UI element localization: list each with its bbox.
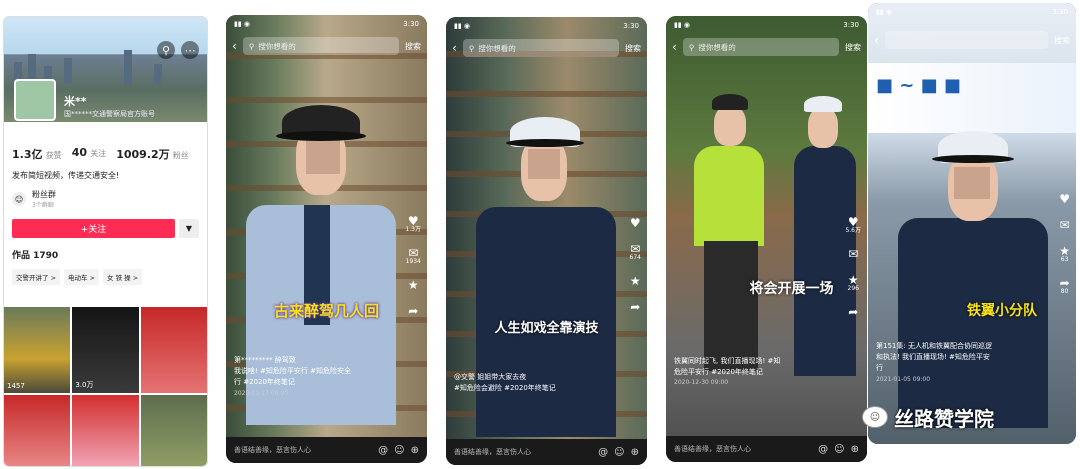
status-icons: ▮▮ ◉ — [234, 20, 251, 28]
back-icon[interactable]: ‹ — [452, 41, 457, 55]
video-caption: 人生如戏全靠演技 — [494, 321, 599, 336]
comment-icon[interactable]: ✉ 1934 — [406, 247, 421, 265]
video-screen: ■ ~ ■ ■ ▮▮ ◉ 3:30 ‹ ⚲ 搜你想看的 搜索 ♥ ✉ ★ 63 ➦ 80… — [868, 3, 1076, 444]
comment-icon[interactable]: ✉ — [848, 248, 858, 260]
video-caption: 将会开展一场 — [749, 281, 834, 297]
wechat-logo-icon: ☺ — [862, 406, 888, 428]
add-icon[interactable]: ⊕ — [631, 447, 639, 458]
video-thumb[interactable]: 3.0万 — [72, 307, 139, 393]
heart-icon[interactable]: ♥ 5.6万 — [845, 216, 861, 234]
comment-bar[interactable]: 善语结善缘，恶言伤人心 @ ☺ ⊕ — [226, 437, 427, 463]
search-input[interactable]: ⚲ 搜你想看的 — [682, 38, 839, 56]
video-thumb[interactable] — [72, 395, 139, 466]
fan-group[interactable]: ☺ 粉丝群 3个群聊 — [12, 189, 199, 209]
search-icon: ⚲ — [688, 42, 695, 52]
collection-chip[interactable]: 女 铁 操 > — [103, 269, 143, 285]
works-count: 作品 1790 — [12, 251, 59, 261]
fan-group-sub: 3个群聊 — [32, 202, 54, 209]
emoji-icon[interactable]: ☺ — [834, 444, 844, 455]
profile-cover: ⚲ ⋯ 米** 国******交通警察局官方账号 — [4, 17, 207, 122]
search-input[interactable]: ⚲ 搜你想看的 — [884, 31, 1048, 49]
video-thumb[interactable]: 1457 — [4, 307, 71, 393]
profile-screen: ⚲ ⋯ 米** 国******交通警察局官方账号 1.3亿 获赞 40 关注 1… — [3, 16, 208, 467]
status-icons: ▮▮ ◉ — [454, 22, 471, 30]
video-description: @交警 姐姐带大家去夜 #知危险会避险 #2020年终笔记 — [454, 373, 556, 393]
video-grid: 1457 3.0万 — [4, 307, 207, 466]
video-screen: ▮▮ ◉ 3:30 ‹ ⚲ 搜你想看的 搜索 ♥ ✉ 674 ★ ➦ 人生如戏全靠演技… — [446, 17, 647, 465]
at-icon[interactable]: @ — [818, 444, 828, 455]
verified-label: 国******交通警察局官方账号 — [64, 110, 155, 118]
search-icon: ⚲ — [890, 35, 897, 45]
search-icon: ⚲ — [248, 41, 255, 51]
back-icon[interactable]: ‹ — [672, 40, 677, 54]
share-icon[interactable]: ➦ — [848, 306, 858, 318]
stat-following[interactable]: 40 关注 — [72, 146, 107, 162]
status-icons: ▮▮ ◉ — [876, 8, 893, 16]
heart-icon[interactable]: ♥ 1.3万 — [405, 215, 421, 233]
video-caption: 铁翼小分队 — [967, 303, 1037, 319]
search-input[interactable]: ⚲ 搜你想看的 — [462, 39, 619, 57]
watermark: ☺ 丝路赞学院 — [862, 402, 1076, 432]
add-icon[interactable]: ⊕ — [851, 444, 859, 455]
star-icon[interactable]: ★ — [408, 279, 419, 291]
follow-button[interactable]: +关注 — [12, 219, 175, 238]
add-icon[interactable]: ⊕ — [411, 445, 419, 456]
emoji-icon[interactable]: ☺ — [394, 445, 404, 456]
profile-bio: 发布简短视频，传递交通安全! — [12, 171, 120, 180]
stat-likes[interactable]: 1.3亿 获赞 — [12, 146, 62, 162]
status-time: 3:30 — [843, 21, 859, 29]
comment-icon[interactable]: ✉ 674 — [630, 243, 641, 261]
search-button[interactable]: 搜索 — [405, 41, 421, 52]
comment-bar[interactable]: 善语结善缘，恶言伤人心 @ ☺ ⊕ — [666, 436, 867, 462]
back-icon[interactable]: ‹ — [232, 39, 237, 53]
video-description: 第151集: 无人机和铁翼配合协同巡逻 和执法! 我们直播现场! #知危险平安行 2… — [876, 342, 992, 383]
back-icon[interactable]: ‹ — [874, 33, 879, 47]
video-thumb[interactable] — [4, 395, 71, 466]
video-thumb[interactable] — [140, 395, 207, 466]
profile-name: 米** — [64, 95, 87, 108]
search-button[interactable]: 搜索 — [1054, 35, 1070, 46]
avatar[interactable] — [14, 79, 56, 121]
collection-chip[interactable]: 交警开讲了 > — [12, 269, 61, 285]
comment-input[interactable]: 善语结善缘，恶言伤人心 — [454, 447, 592, 457]
chevron-down-icon[interactable]: ▼ — [179, 219, 199, 238]
profile-stats: 1.3亿 获赞 40 关注 1009.2万 粉丝 — [12, 146, 199, 162]
search-input[interactable]: ⚲ 搜你想看的 — [242, 37, 399, 55]
star-icon[interactable]: ★ — [630, 275, 641, 287]
heart-icon[interactable]: ♥ — [1059, 193, 1070, 205]
share-icon[interactable]: ➦ 80 — [1060, 277, 1070, 295]
video-description: 铁翼同时起飞, 我们直播现场! #知 危险平安行 #2020年终笔记 2020-12… — [674, 357, 781, 387]
comment-bar[interactable]: 善语结善缘，恶言伤人心 @ ☺ ⊕ — [446, 439, 647, 465]
status-icons: ▮▮ ◉ — [674, 21, 691, 29]
search-icon: ⚲ — [468, 43, 475, 53]
at-icon[interactable]: @ — [598, 447, 608, 458]
collection-chip[interactable]: 电动车 > — [64, 269, 100, 285]
video-caption: 古来醉驾几人回 — [273, 302, 379, 320]
watermark-text: 丝路赞学院 — [894, 406, 994, 431]
search-button[interactable]: 搜索 — [625, 43, 641, 54]
share-icon[interactable]: ➦ — [630, 301, 640, 313]
heart-icon[interactable]: ♥ — [630, 217, 641, 229]
video-screen: ▮▮ ◉ 3:30 ‹ ⚲ 搜你想看的 搜索 ♥ 5.6万 ✉ ★ 296 ➦ 将会开展… — [666, 16, 867, 462]
status-time: 3:30 — [623, 22, 639, 30]
video-thumb[interactable] — [140, 307, 207, 393]
status-time: 3:30 — [1052, 8, 1068, 16]
status-time: 3:30 — [403, 20, 419, 28]
at-icon[interactable]: @ — [378, 445, 388, 456]
video-screen: ▮▮ ◉ 3:30 ‹ ⚲ 搜你想看的 搜索 ♥ 1.3万 ✉ 1934 ★ ➦ 古来醉… — [226, 15, 427, 463]
search-icon[interactable]: ⚲ — [157, 41, 175, 59]
video-description: 第********* 醉驾致 我说啥! #知危险平安行 #知危险安全行 #2020… — [234, 356, 351, 397]
stat-fans[interactable]: 1009.2万 粉丝 — [116, 146, 189, 162]
backdrop-sign: ■ ~ ■ ■ — [876, 75, 961, 96]
comment-input[interactable]: 善语结善缘，恶言伤人心 — [234, 445, 372, 455]
comment-input[interactable]: 善语结善缘，恶言伤人心 — [674, 444, 812, 454]
group-icon: ☺ — [12, 192, 26, 206]
fan-group-title: 粉丝群 — [32, 190, 56, 199]
emoji-icon[interactable]: ☺ — [614, 447, 624, 458]
comment-icon[interactable]: ✉ — [1060, 219, 1070, 231]
search-button[interactable]: 搜索 — [845, 42, 861, 53]
star-icon[interactable]: ★ 63 — [1059, 245, 1070, 263]
more-icon[interactable]: ⋯ — [181, 41, 199, 59]
